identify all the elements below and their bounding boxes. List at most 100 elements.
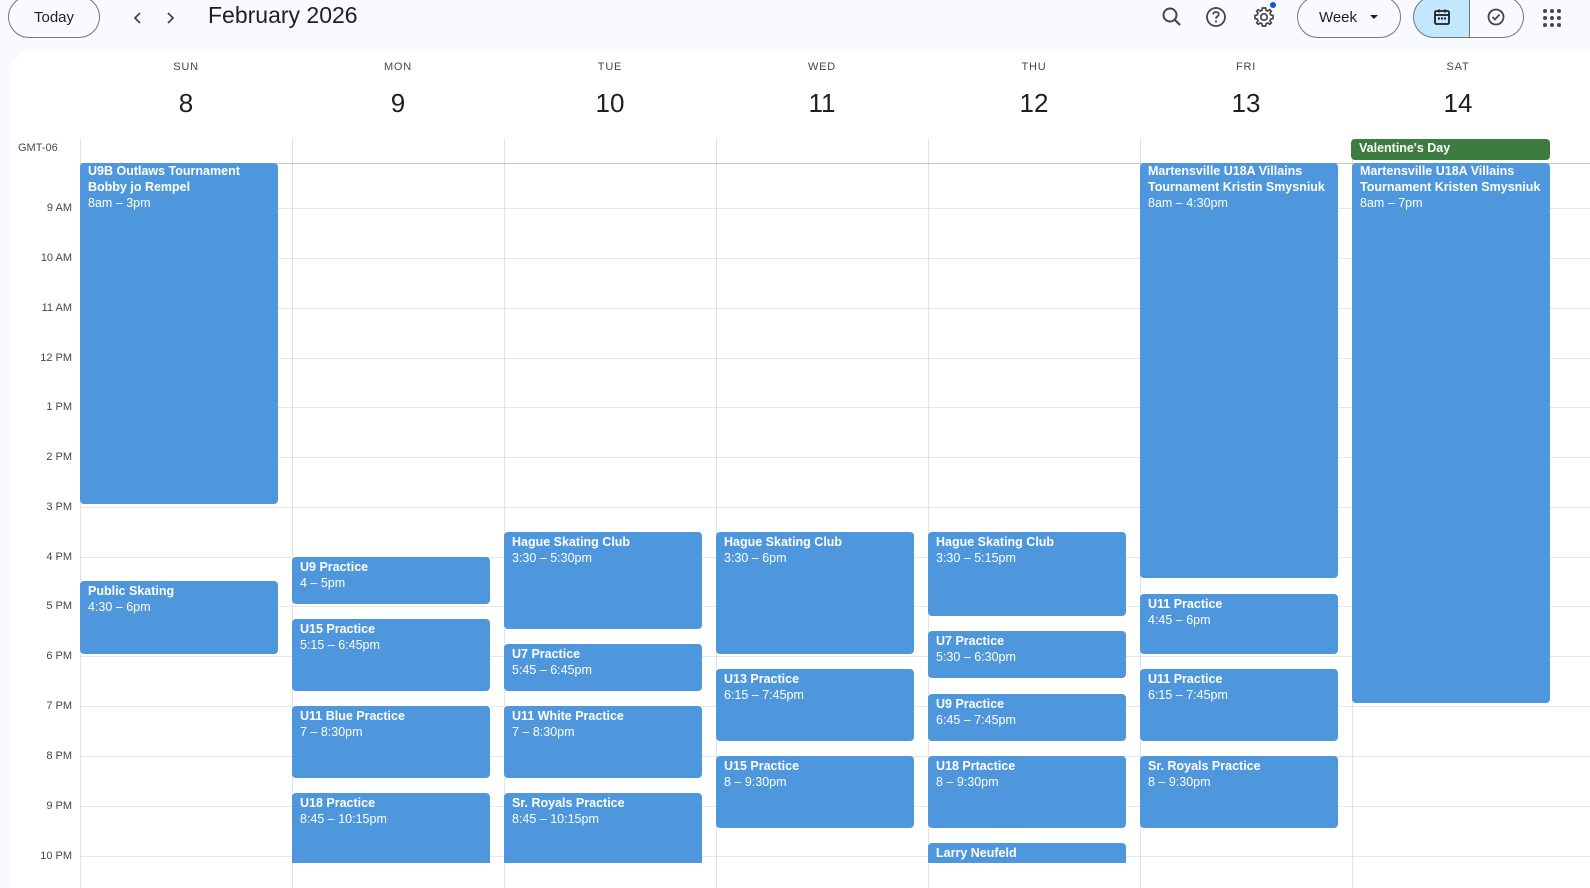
event-time: 3:30 – 6pm	[724, 551, 787, 565]
time-label: 6 PM	[46, 650, 72, 662]
time-label: 10 AM	[40, 252, 72, 264]
event-card[interactable]: U7 Practice 5:45 – 6:45pm	[504, 644, 702, 691]
event-time: 8am – 7pm	[1360, 196, 1423, 210]
time-label: 2 PM	[46, 451, 72, 463]
event-time: 8am – 4:30pm	[1148, 196, 1228, 210]
event-card[interactable]: Public Skating 4:30 – 6pm	[80, 581, 278, 654]
help-icon[interactable]	[1199, 0, 1233, 34]
event-card[interactable]: U11 Practice 6:15 – 7:45pm	[1140, 669, 1338, 741]
event-title: U11 Practice	[1148, 597, 1223, 611]
event-card[interactable]: U15 Practice 5:15 – 6:45pm	[292, 619, 490, 691]
event-time: 8:45 – 10:15pm	[512, 812, 599, 826]
event-card[interactable]: Hague Skating Club 3:30 – 6pm	[716, 532, 914, 654]
tasks-view-toggle[interactable]	[1469, 0, 1524, 38]
apps-grid-icon[interactable]	[1540, 6, 1564, 30]
task-check-icon	[1487, 8, 1505, 26]
time-label: 1 PM	[46, 401, 72, 413]
timezone-label: GMT-06	[18, 142, 58, 154]
event-title: Bobby jo Rempel	[88, 180, 191, 194]
event-card[interactable]: U9 Practice 6:45 – 7:45pm	[928, 694, 1126, 741]
time-label: 9 PM	[46, 800, 72, 812]
time-label: 10 PM	[40, 850, 72, 862]
event-title: Tournament Kristin Smysniuk	[1148, 180, 1325, 194]
event-time: 8 – 9:30pm	[1148, 775, 1211, 789]
event-title: U18 Prtactice	[936, 759, 1016, 773]
time-label: 12 PM	[40, 352, 72, 364]
event-time: 6:15 – 7:45pm	[724, 688, 804, 702]
time-grid[interactable]: U9B Outlaws Tournament Bobby jo Rempel 8…	[80, 163, 1590, 863]
event-title: Tournament Kristen Smysniuk	[1360, 180, 1541, 194]
dropdown-arrow-icon	[1370, 15, 1379, 19]
event-card[interactable]: U11 Practice 4:45 – 6pm	[1140, 594, 1338, 654]
day-of-week: WED	[807, 61, 837, 73]
event-card[interactable]: U18 Prtactice 8 – 9:30pm	[928, 756, 1126, 828]
event-card[interactable]: U15 Practice 8 – 9:30pm	[716, 756, 914, 828]
event-title: Martensville U18A Villains	[1148, 164, 1303, 178]
event-time: 5:30 – 6:30pm	[936, 650, 1016, 664]
time-label: 11 AM	[41, 302, 72, 314]
event-time: 7 – 8:30pm	[512, 725, 575, 739]
chevron-right-icon[interactable]	[156, 4, 184, 32]
event-card[interactable]: Larry Neufeld	[928, 843, 1126, 863]
event-time: 4 – 5pm	[300, 576, 346, 590]
chevron-left-icon[interactable]	[124, 4, 152, 32]
day-of-week: TUE	[597, 61, 623, 73]
event-time: 8 – 9:30pm	[724, 775, 787, 789]
event-time: 6:45 – 7:45pm	[936, 713, 1016, 727]
event-time: 5:15 – 6:45pm	[300, 638, 380, 652]
event-time: 6:15 – 7:45pm	[1148, 688, 1228, 702]
event-title: Public Skating	[88, 584, 175, 598]
event-time: 8:45 – 10:15pm	[300, 812, 387, 826]
event-card[interactable]: Sr. Royals Practice 8:45 – 10:15pm	[504, 793, 702, 863]
search-icon[interactable]	[1155, 0, 1189, 34]
event-card[interactable]: U11 White Practice 7 – 8:30pm	[504, 706, 702, 778]
event-card[interactable]: U13 Practice 6:15 – 7:45pm	[716, 669, 914, 741]
day-of-week: SAT	[1446, 61, 1470, 73]
today-button[interactable]: Today	[8, 0, 100, 38]
time-gutter: 9 AM 10 AM 11 AM 12 PM 1 PM 2 PM 3 PM 4 …	[10, 163, 80, 863]
day-number[interactable]: 13	[1140, 88, 1352, 119]
settings-gear-icon[interactable]	[1247, 0, 1281, 34]
event-card[interactable]: U9 Practice 4 – 5pm	[292, 557, 490, 604]
day-of-week: THU	[1021, 61, 1047, 73]
event-title: Sr. Royals Practice	[1148, 759, 1261, 773]
day-number[interactable]: 8	[80, 88, 292, 119]
event-title: U9B Outlaws Tournament	[88, 164, 240, 178]
event-time: 8am – 3pm	[88, 196, 151, 210]
day-number[interactable]: 12	[928, 88, 1140, 119]
event-title: Martensville U18A Villains	[1360, 164, 1515, 178]
allday-event-valentines[interactable]: Valentine's Day	[1351, 139, 1550, 160]
event-time: 4:30 – 6pm	[88, 600, 151, 614]
event-title: U11 Practice	[1148, 672, 1223, 686]
time-label: 9 AM	[46, 202, 72, 214]
day-number[interactable]: 9	[292, 88, 504, 119]
day-number[interactable]: 11	[716, 88, 928, 119]
event-card[interactable]: U9B Outlaws Tournament Bobby jo Rempel 8…	[80, 163, 278, 504]
event-title: Sr. Royals Practice	[512, 796, 625, 810]
event-title: U7 Practice	[936, 634, 1005, 648]
event-time: 3:30 – 5:15pm	[936, 551, 1016, 565]
time-label: 3 PM	[46, 501, 72, 513]
time-label: 4 PM	[46, 551, 72, 563]
event-title: U11 White Practice	[512, 709, 624, 723]
event-card[interactable]: Martensville U18A Villains Tournament Kr…	[1140, 163, 1338, 578]
event-title: U11 Blue Practice	[300, 709, 405, 723]
view-select-button[interactable]: Week	[1297, 0, 1401, 38]
event-title: U15 Practice	[300, 622, 376, 636]
event-card[interactable]: Martensville U18A Villains Tournament Kr…	[1352, 163, 1550, 703]
event-card[interactable]: Hague Skating Club 3:30 – 5:15pm	[928, 532, 1126, 616]
calendar-icon	[1433, 9, 1450, 25]
event-title: Hague Skating Club	[724, 535, 843, 549]
event-title: U7 Practice	[512, 647, 581, 661]
calendar-view-toggle[interactable]	[1413, 0, 1470, 38]
event-card[interactable]: U18 Practice 8:45 – 10:15pm	[292, 793, 490, 863]
event-time: 4:45 – 6pm	[1148, 613, 1211, 627]
event-title: Larry Neufeld	[936, 846, 1017, 860]
event-card[interactable]: Sr. Royals Practice 8 – 9:30pm	[1140, 756, 1338, 828]
event-card[interactable]: Hague Skating Club 3:30 – 5:30pm	[504, 532, 702, 629]
day-number[interactable]: 10	[504, 88, 716, 119]
event-card[interactable]: U7 Practice 5:30 – 6:30pm	[928, 631, 1126, 678]
event-card[interactable]: U11 Blue Practice 7 – 8:30pm	[292, 706, 490, 778]
day-number[interactable]: 14	[1352, 88, 1564, 119]
notification-dot	[1270, 2, 1276, 8]
